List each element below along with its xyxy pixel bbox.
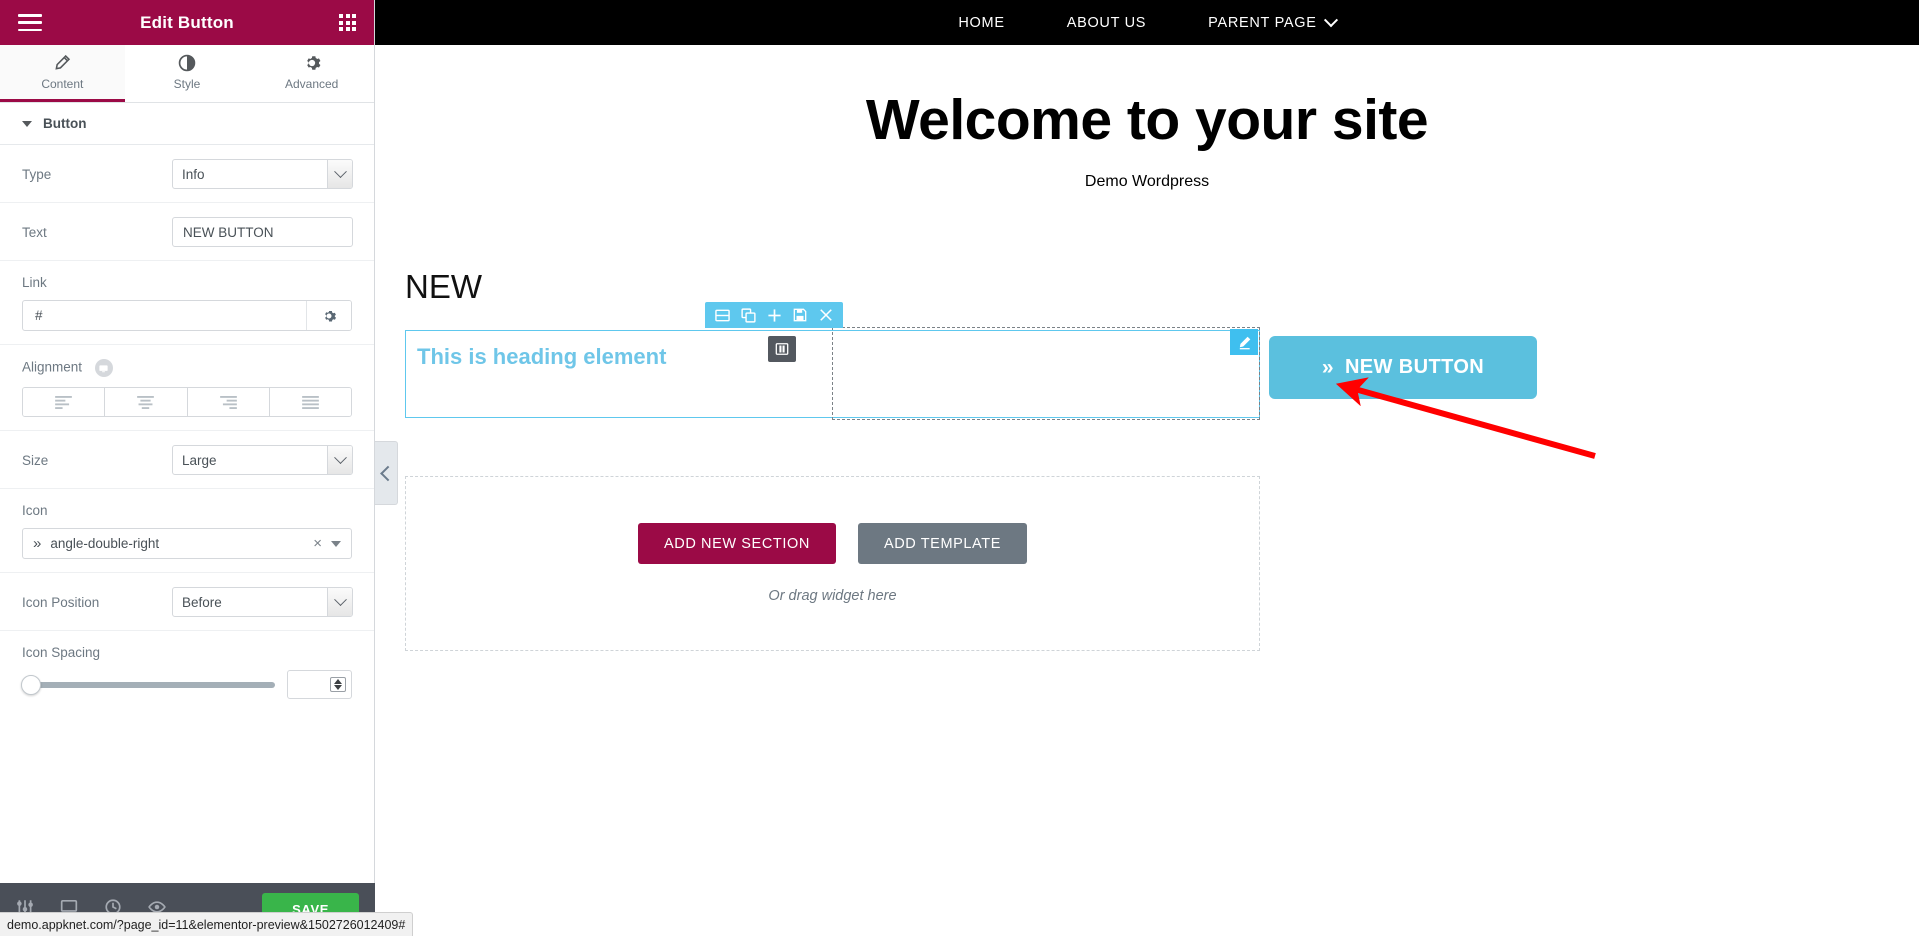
control-label-icon: Icon — [22, 503, 352, 518]
icon-picker-value: angle-double-right — [50, 536, 313, 551]
add-template-button[interactable]: ADD TEMPLATE — [858, 523, 1027, 564]
button-widget-label: NEW BUTTON — [1345, 356, 1484, 379]
button-widget[interactable]: » NEW BUTTON — [1269, 336, 1537, 399]
new-heading-widget[interactable]: NEW — [405, 268, 1919, 306]
icon-spacing-row — [22, 670, 352, 699]
icon-position-select-wrap: Before — [172, 587, 353, 617]
add-buttons-row: ADD NEW SECTION ADD TEMPLATE — [638, 523, 1027, 564]
drag-widget-hint: Or drag widget here — [768, 588, 896, 604]
section-header-button[interactable]: Button — [0, 103, 374, 145]
caret-down-icon — [22, 121, 32, 127]
angle-double-right-icon: » — [33, 535, 41, 552]
site-navigation: HOME ABOUT US PARENT PAGE — [375, 0, 1919, 45]
gear-icon[interactable] — [306, 301, 351, 330]
control-label-link: Link — [22, 275, 352, 290]
hamburger-icon[interactable] — [18, 14, 42, 31]
panel-title: Edit Button — [0, 13, 374, 33]
type-select[interactable]: Info — [172, 159, 353, 189]
section-title-label: Button — [43, 116, 86, 131]
control-icon-spacing: Icon Spacing — [0, 631, 374, 712]
button-text-input[interactable] — [172, 217, 353, 247]
tab-content[interactable]: Content — [0, 45, 125, 102]
control-icon-position: Icon Position Before — [0, 573, 374, 631]
chevron-left-icon — [380, 465, 396, 481]
slider-track — [22, 682, 275, 688]
control-alignment: Alignment — [0, 345, 374, 431]
control-label-alignment: Alignment — [22, 359, 352, 377]
control-type: Type Info — [0, 145, 374, 203]
edited-section[interactable]: This is heading element » NEW BUTTON — [405, 330, 1260, 418]
pencil-icon[interactable] — [1230, 329, 1258, 355]
page-title: Welcome to your site — [375, 87, 1919, 153]
heading-element-widget[interactable]: This is heading element — [417, 344, 666, 370]
gear-icon — [303, 54, 321, 72]
nav-item-parent-page[interactable]: PARENT PAGE — [1208, 15, 1335, 31]
control-size: Size Large — [0, 431, 374, 489]
control-label-size: Size — [22, 453, 172, 468]
size-select-wrap: Large — [172, 445, 353, 475]
alignment-button-group — [22, 387, 352, 417]
control-label-text: Text — [22, 225, 172, 240]
preview-iframe: HOME ABOUT US PARENT PAGE Welcome to you… — [375, 0, 1919, 936]
align-left-button[interactable] — [23, 388, 105, 416]
control-label-type: Type — [22, 167, 172, 182]
icon-spacing-stepper[interactable] — [287, 670, 352, 699]
icon-position-select[interactable]: Before — [172, 587, 353, 617]
selected-column[interactable]: » NEW BUTTON — [832, 327, 1260, 420]
tab-advanced[interactable]: Advanced — [249, 45, 374, 102]
hero-section: Welcome to your site Demo Wordpress — [375, 45, 1919, 191]
icon-spacing-slider[interactable] — [22, 676, 275, 694]
panel-header: Edit Button — [0, 0, 374, 45]
column-icon[interactable] — [768, 336, 796, 362]
caret-down-icon[interactable] — [331, 541, 341, 547]
add-section-dropzone[interactable]: ADD NEW SECTION ADD TEMPLATE Or drag wid… — [405, 476, 1260, 651]
panel-collapse-toggle[interactable] — [375, 441, 398, 505]
close-x-icon[interactable]: × — [313, 535, 322, 552]
tab-label: Content — [41, 77, 83, 91]
control-text: Text — [0, 203, 374, 261]
control-label-icon-spacing: Icon Spacing — [22, 645, 352, 660]
page-subtitle: Demo Wordpress — [375, 173, 1919, 191]
contrast-circle-icon — [178, 54, 196, 72]
angle-double-right-icon: » — [1322, 356, 1334, 380]
section-toolbar — [705, 302, 843, 328]
nav-item-label: PARENT PAGE — [1208, 15, 1316, 31]
nav-right-gutter — [1864, 0, 1919, 45]
nav-item-label: HOME — [958, 15, 1004, 31]
close-x-icon[interactable] — [813, 302, 839, 328]
status-bar: demo.appknet.com/?page_id=11&elementor-p… — [0, 912, 413, 936]
status-bar-url: demo.appknet.com/?page_id=11&elementor-p… — [7, 918, 405, 932]
tab-style[interactable]: Style — [125, 45, 250, 102]
icon-picker[interactable]: » angle-double-right × — [22, 528, 352, 559]
control-icon: Icon » angle-double-right × — [0, 489, 374, 573]
control-label-icon-position: Icon Position — [22, 595, 172, 610]
device-desktop-icon[interactable] — [95, 359, 113, 377]
add-new-section-button[interactable]: ADD NEW SECTION — [638, 523, 836, 564]
link-input-row — [22, 300, 352, 331]
grid-apps-icon[interactable] — [339, 14, 356, 31]
save-disk-icon[interactable] — [787, 302, 813, 328]
nav-item-label: ABOUT US — [1067, 15, 1146, 31]
control-link: Link — [0, 261, 374, 345]
align-justify-button[interactable] — [270, 388, 351, 416]
elementor-panel: Edit Button Content Style Advanced Butto… — [0, 0, 375, 936]
type-select-wrap: Info — [172, 159, 353, 189]
tab-label: Advanced — [285, 77, 338, 91]
tab-label: Style — [174, 77, 201, 91]
stepper-arrows-icon[interactable] — [330, 677, 346, 692]
link-input[interactable] — [23, 301, 306, 330]
pencil-icon — [53, 54, 71, 72]
nav-item-about-us[interactable]: ABOUT US — [1067, 15, 1146, 31]
size-select[interactable]: Large — [172, 445, 353, 475]
nav-item-home[interactable]: HOME — [958, 15, 1004, 31]
align-right-button[interactable] — [188, 388, 270, 416]
section-columns-icon[interactable] — [709, 302, 735, 328]
chevron-down-icon — [1324, 13, 1338, 27]
panel-tabs: Content Style Advanced — [0, 45, 374, 103]
add-plus-icon[interactable] — [761, 302, 787, 328]
duplicate-icon[interactable] — [735, 302, 761, 328]
align-center-button[interactable] — [105, 388, 187, 416]
slider-handle[interactable] — [21, 675, 41, 695]
